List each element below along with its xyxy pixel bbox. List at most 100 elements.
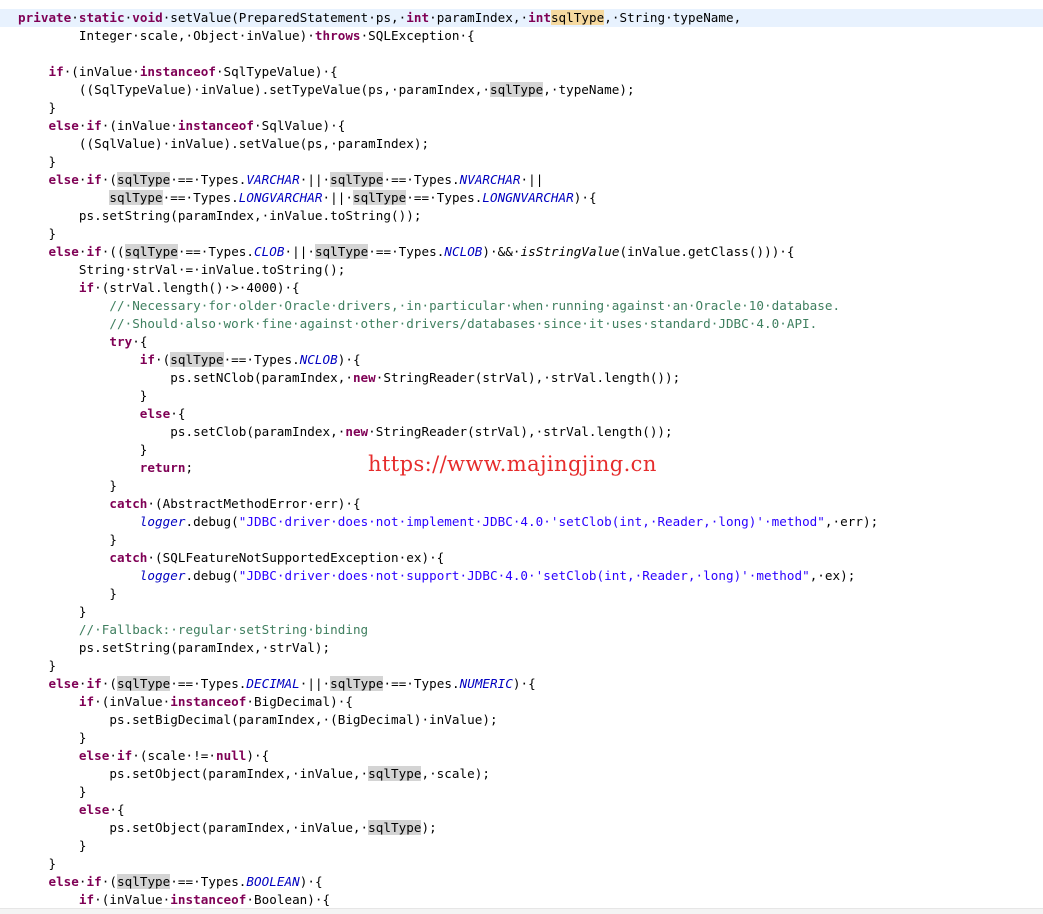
code-line[interactable]: }	[18, 225, 1043, 243]
code-token: ps.setBigDecimal(paramIndex,·(BigDecimal…	[18, 712, 498, 727]
code-token: ps.setString(paramIndex,·strVal);	[18, 640, 331, 655]
code-token: Integer·scale,·Object·inValue)·	[18, 28, 315, 43]
keyword-token: instanceof	[139, 64, 216, 79]
code-line[interactable]: else·if·(inValue·instanceof·SqlValue)·{	[18, 117, 1043, 135]
code-line[interactable]: }	[18, 603, 1043, 621]
code-token: ·setValue(PreparedStatement·ps,·	[162, 10, 407, 25]
code-line[interactable]: ps.setString(paramIndex,·inValue.toStrin…	[18, 207, 1043, 225]
code-line[interactable]: ((SqlValue)·inValue).setValue(ps,·paramI…	[18, 135, 1043, 153]
code-line[interactable]: ps.setBigDecimal(paramIndex,·(BigDecimal…	[18, 711, 1043, 729]
keyword-token: else	[48, 244, 79, 259]
code-line[interactable]: }	[18, 387, 1043, 405]
keyword-token: if	[86, 172, 102, 187]
code-token: ·==·Types.	[170, 874, 247, 889]
code-line[interactable]: //·Fallback:·regular·setString·binding	[18, 621, 1043, 639]
code-line[interactable]: ps.setObject(paramIndex,·inValue,·sqlTyp…	[18, 765, 1043, 783]
code-line[interactable]	[18, 45, 1043, 63]
code-line[interactable]: else·if·(sqlType·==·Types.VARCHAR·||·sql…	[18, 171, 1043, 189]
keyword-token: catch	[109, 496, 148, 511]
code-token: String·strVal·=·inValue.toString();	[18, 262, 346, 277]
code-line[interactable]: if·(inValue·instanceof·BigDecimal)·{	[18, 693, 1043, 711]
code-line[interactable]: logger.debug("JDBC·driver·does·not·suppo…	[18, 567, 1043, 585]
code-line[interactable]: try·{	[18, 333, 1043, 351]
code-line[interactable]: //·Should·also·work·fine·against·other·d…	[18, 315, 1043, 333]
code-line[interactable]: }	[18, 783, 1043, 801]
code-line[interactable]: private·static·void·setValue(PreparedSta…	[0, 9, 1043, 27]
code-line[interactable]: else·{	[18, 405, 1043, 423]
code-token: ·==·Types.	[406, 190, 483, 205]
code-line[interactable]: }	[18, 99, 1043, 117]
sqltype-occurrence: sqlType	[368, 766, 422, 781]
code-line[interactable]: catch·(SQLFeatureNotSupportedException·e…	[18, 549, 1043, 567]
code-line[interactable]: logger.debug("JDBC·driver·does·not·imple…	[18, 513, 1043, 531]
sqltype-occurrence: sqlType	[124, 244, 178, 259]
code-line[interactable]: catch·(AbstractMethodError·err)·{	[18, 495, 1043, 513]
code-token: ·StringReader(strVal),·strVal.length());	[375, 370, 681, 385]
keyword-token: if	[78, 280, 95, 295]
code-line[interactable]: if·(strVal.length()·>·4000)·{	[18, 279, 1043, 297]
code-token: ·||·	[299, 172, 331, 187]
code-line[interactable]: else·if·(scale·!=·null)·{	[18, 747, 1043, 765]
code-line[interactable]: if·(inValue·instanceof·Boolean)·{	[18, 891, 1043, 909]
code-line[interactable]: else·if·(sqlType·==·Types.BOOLEAN)·{	[18, 873, 1043, 891]
code-token: ·{	[170, 406, 186, 421]
code-token: ·BigDecimal)·{	[246, 694, 353, 709]
code-token: ((SqlValue)·inValue).setValue(ps,·paramI…	[18, 136, 430, 151]
code-token: }	[18, 226, 57, 241]
watermark-url: https://www.majingjing.cn	[368, 452, 657, 476]
constant-token: logger	[139, 568, 186, 583]
constant-token: DECIMAL	[246, 676, 300, 691]
constant-token: LONGNVARCHAR	[482, 190, 574, 205]
code-line[interactable]: else·{	[18, 801, 1043, 819]
code-line[interactable]: }	[18, 729, 1043, 747]
code-token: }	[18, 856, 57, 871]
code-line[interactable]: }	[18, 855, 1043, 873]
code-line[interactable]: sqlType·==·Types.LONGVARCHAR·||·sqlType·…	[18, 189, 1043, 207]
keyword-token: if	[86, 874, 102, 889]
sqltype-occurrence: sqlType	[352, 190, 407, 205]
keyword-token: void	[132, 10, 163, 25]
code-line[interactable]: else·if·((sqlType·==·Types.CLOB·||·sqlTy…	[18, 243, 1043, 261]
code-line[interactable]: }	[18, 585, 1043, 603]
sqltype-occurrence: sqlType	[117, 172, 171, 187]
code-line[interactable]: }	[18, 153, 1043, 171]
code-token: ·SQLException·{	[360, 28, 475, 43]
code-token: }	[18, 838, 87, 853]
code-line[interactable]: //·Necessary·for·older·Oracle·drivers,·i…	[18, 297, 1043, 315]
code-line[interactable]: }	[18, 657, 1043, 675]
code-token: ps.setObject(paramIndex,·inValue,·	[18, 766, 369, 781]
constant-token: LONGVARCHAR	[238, 190, 323, 205]
code-line[interactable]: ps.setClob(paramIndex,·new·StringReader(…	[18, 423, 1043, 441]
code-line[interactable]: ps.setNClob(paramIndex,·new·StringReader…	[18, 369, 1043, 387]
keyword-token: else	[78, 748, 110, 763]
code-line[interactable]: ps.setString(paramIndex,·strVal);	[18, 639, 1043, 657]
code-line[interactable]: ps.setObject(paramIndex,·inValue,·sqlTyp…	[18, 819, 1043, 837]
code-token: ·(inValue·	[101, 118, 178, 133]
code-token: }	[18, 730, 87, 745]
code-line[interactable]: }	[18, 477, 1043, 495]
code-editor[interactable]: private·static·void·setValue(PreparedSta…	[0, 0, 1043, 914]
code-token: ((SqlTypeValue)·inValue).setTypeValue(ps…	[18, 82, 490, 97]
code-line[interactable]: ((SqlTypeValue)·inValue).setTypeValue(ps…	[18, 81, 1043, 99]
code-line[interactable]: else·if·(sqlType·==·Types.DECIMAL·||·sql…	[18, 675, 1043, 693]
code-line[interactable]: }	[18, 837, 1043, 855]
code-line[interactable]: }	[18, 531, 1043, 549]
sqltype-occurrence: sqlType	[330, 172, 384, 187]
constant-token: CLOB	[254, 244, 285, 259]
code-comment: //·Necessary·for·older·Oracle·drivers,·i…	[109, 298, 841, 313]
code-token: ,·typeName);	[543, 82, 635, 97]
keyword-token: new	[352, 370, 376, 385]
code-line[interactable]: if·(sqlType·==·Types.NCLOB)·{	[18, 351, 1043, 369]
constant-token: NCLOB	[444, 244, 483, 259]
code-comment: //·Should·also·work·fine·against·other·d…	[109, 316, 818, 331]
code-token: )·{	[512, 676, 536, 691]
code-line[interactable]: if·(inValue·instanceof·SqlTypeValue)·{	[18, 63, 1043, 81]
constant-token: NUMERIC	[459, 676, 513, 691]
code-token: }	[18, 442, 148, 457]
code-line[interactable]: Integer·scale,·Object·inValue)·throws·SQ…	[18, 27, 1043, 45]
code-line[interactable]: String·strVal·=·inValue.toString();	[18, 261, 1043, 279]
code-comment: //·Fallback:·regular·setString·binding	[78, 622, 369, 637]
